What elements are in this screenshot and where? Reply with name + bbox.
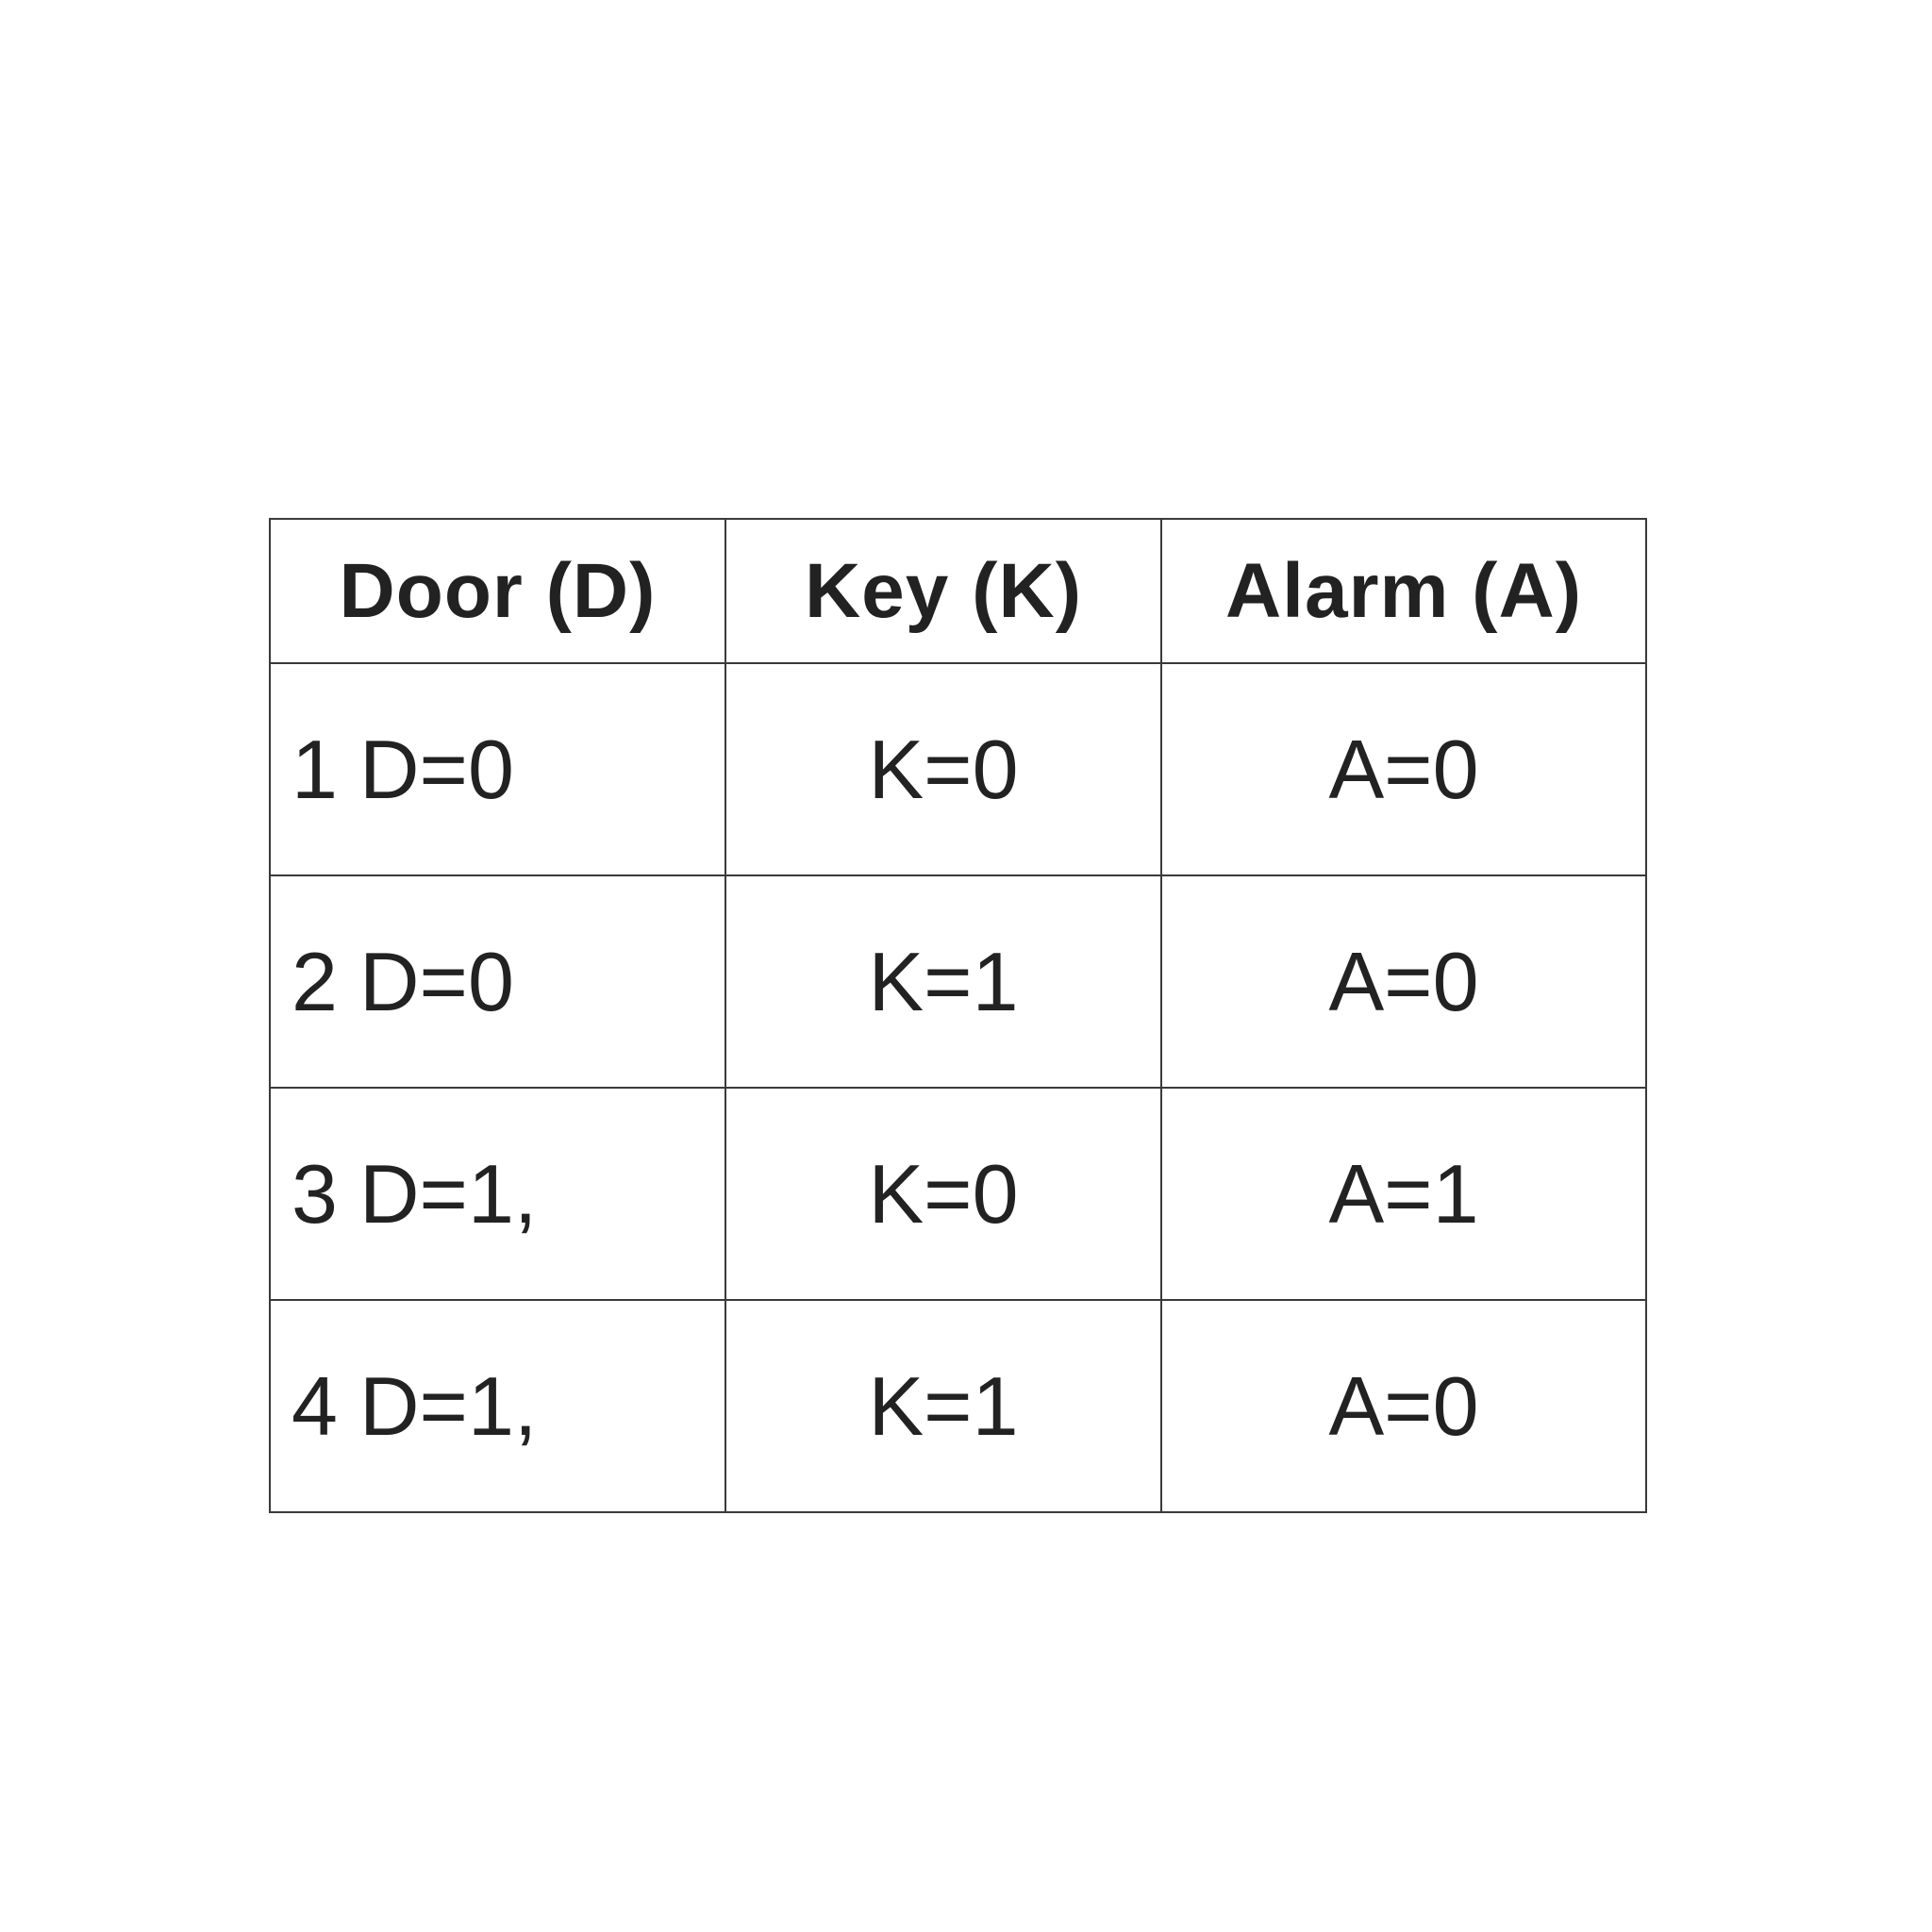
door-cell: 4 D=1,: [269, 1299, 726, 1513]
alarm-cell: A=0: [1160, 1299, 1647, 1513]
door-cell: 2 D=0: [269, 874, 726, 1089]
alarm-cell: A=0: [1160, 662, 1647, 876]
row-number: 1: [291, 722, 338, 816]
table-row: 4 D=1, K=1 A=0: [269, 1299, 1647, 1513]
table-row: 2 D=0 K=1 A=0: [269, 874, 1647, 1089]
door-cell: 3 D=1,: [269, 1087, 726, 1301]
key-cell: K=0: [724, 662, 1162, 876]
page: Door (D) Key (K) Alarm (A) 1 D=0 K=0 A=0 …: [0, 0, 1932, 1932]
door-cell: 1 D=0: [269, 662, 726, 876]
row-number: 2: [291, 934, 338, 1028]
header-key: Key (K): [724, 518, 1162, 664]
door-value: D=1,: [359, 1146, 538, 1241]
header-row: Door (D) Key (K) Alarm (A): [269, 518, 1647, 664]
table-row: 1 D=0 K=0 A=0: [269, 662, 1647, 876]
truth-table: Door (D) Key (K) Alarm (A) 1 D=0 K=0 A=0 …: [269, 518, 1647, 1513]
key-cell: K=0: [724, 1087, 1162, 1301]
alarm-cell: A=0: [1160, 874, 1647, 1089]
door-value: D=0: [359, 722, 514, 816]
table-row: 3 D=1, K=0 A=1: [269, 1087, 1647, 1301]
door-value: D=1,: [359, 1358, 538, 1453]
alarm-cell: A=1: [1160, 1087, 1647, 1301]
row-number: 4: [291, 1358, 338, 1453]
header-alarm: Alarm (A): [1160, 518, 1647, 664]
key-cell: K=1: [724, 874, 1162, 1089]
row-number: 3: [291, 1146, 338, 1241]
door-value: D=0: [359, 934, 514, 1028]
key-cell: K=1: [724, 1299, 1162, 1513]
header-door: Door (D): [269, 518, 726, 664]
